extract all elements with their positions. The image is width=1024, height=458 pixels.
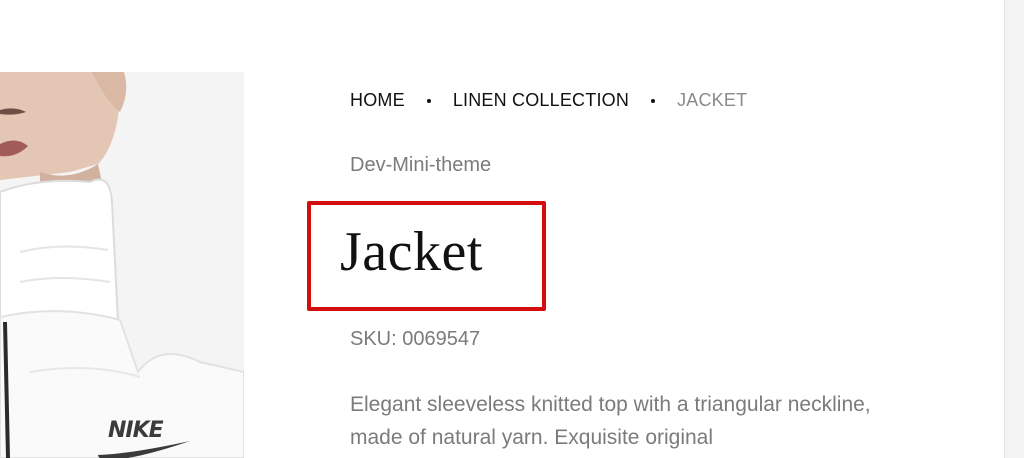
breadcrumb: HOME LINEN COLLECTION JACKET bbox=[350, 90, 747, 111]
product-description: Elegant sleeveless knitted top with a tr… bbox=[350, 393, 871, 449]
breadcrumb-separator-dot bbox=[426, 98, 431, 103]
sku-value: 0069547 bbox=[402, 328, 481, 350]
product-vendor: Dev-Mini-theme bbox=[350, 154, 492, 176]
breadcrumb-collection-link[interactable]: LINEN COLLECTION bbox=[453, 90, 629, 111]
product-image[interactable]: NIKE bbox=[0, 72, 244, 458]
product-sku: SKU: 0069547 bbox=[350, 328, 480, 351]
product-details: HOME LINEN COLLECTION JACKET Dev-Mini-th… bbox=[307, 0, 990, 458]
product-title: Jacket bbox=[340, 221, 483, 283]
breadcrumb-separator-dot bbox=[651, 98, 656, 103]
page-scrollbar[interactable] bbox=[1004, 0, 1024, 458]
breadcrumb-current: JACKET bbox=[677, 90, 748, 110]
brand-logo-text: NIKE bbox=[108, 418, 164, 443]
product-page: NIKE HOME LINEN COLLECTION JACKET Dev-Mi… bbox=[0, 0, 1024, 458]
sku-label: SKU: bbox=[350, 328, 397, 350]
breadcrumb-home-link[interactable]: HOME bbox=[350, 90, 405, 111]
jacket-photo bbox=[0, 72, 244, 458]
